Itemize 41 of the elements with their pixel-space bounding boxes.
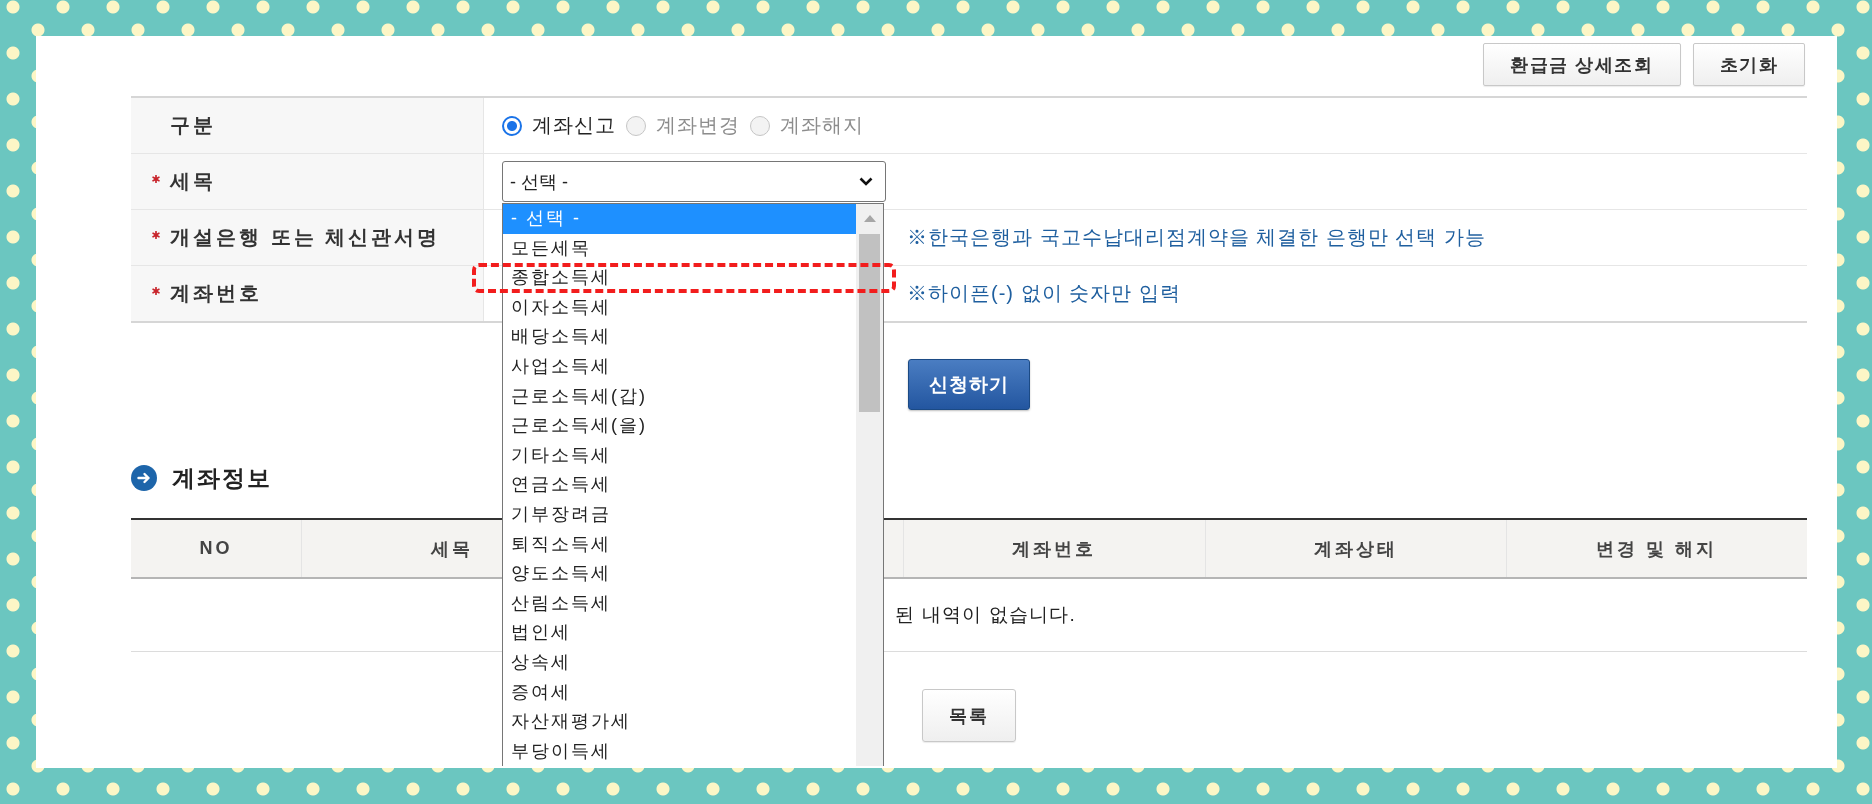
header-cell: 계좌상태 bbox=[1204, 520, 1506, 577]
dropdown-option[interactable]: 기부장려금 bbox=[503, 499, 856, 530]
dropdown-option[interactable]: 퇴직소득세 bbox=[503, 529, 856, 560]
dropdown-option[interactable]: 법인세 bbox=[503, 618, 856, 648]
header-cell: 변경 및 해지 bbox=[1505, 520, 1807, 577]
dropdown-option[interactable]: 모든세목 bbox=[503, 233, 856, 264]
scroll-up-icon bbox=[863, 215, 876, 222]
section-title: 계좌정보 bbox=[172, 463, 272, 493]
chevron-down-icon bbox=[859, 177, 873, 186]
dropdown-option[interactable]: 산림소득세 bbox=[503, 588, 856, 619]
dropdown-option[interactable]: 양도소득세 bbox=[503, 559, 856, 589]
dropdown-option[interactable]: 종합소득세 bbox=[503, 263, 856, 293]
form-label: 구분 bbox=[170, 113, 216, 138]
form-label: 계좌번호 bbox=[170, 281, 262, 306]
dropdown-option[interactable]: 사업소득세 bbox=[503, 351, 856, 382]
dropdown-option[interactable]: 연금소득세 bbox=[503, 470, 856, 500]
list-button[interactable]: 목록 bbox=[922, 689, 1016, 742]
select-field[interactable]: - 선택 - bbox=[502, 161, 886, 202]
submit-button[interactable]: 신청하기 bbox=[908, 359, 1030, 410]
form-label: 세목 bbox=[170, 169, 216, 194]
hint-text: ※한국은행과 국고수납대리점계약을 체결한 은행만 선택 가능 bbox=[907, 225, 1486, 250]
dropdown-option[interactable]: 근로소득세(을) bbox=[503, 411, 856, 441]
dropdown-option[interactable]: 부당이득세 bbox=[503, 736, 856, 767]
dropdown-option[interactable]: 이자소득세 bbox=[503, 292, 856, 323]
arrow-circle-icon bbox=[131, 465, 157, 491]
scrollbar-thumb[interactable] bbox=[859, 234, 880, 412]
dropdown-option[interactable]: 기타소득세 bbox=[503, 440, 856, 471]
scrollbar[interactable] bbox=[856, 204, 883, 767]
radio-option[interactable]: 계좌신고 bbox=[502, 112, 616, 139]
dropdown-option[interactable]: 자산재평가세 bbox=[503, 707, 856, 737]
hint-text: ※하이픈(-) 없이 숫자만 입력 bbox=[907, 281, 1181, 306]
form-label: 개설은행 또는 체신관서명 bbox=[170, 225, 441, 250]
toolbar-button[interactable]: 환급금 상세조회 bbox=[1483, 43, 1681, 86]
header-cell-text: NO bbox=[198, 537, 234, 560]
header-cell: 계좌번호 bbox=[903, 520, 1205, 577]
dropdown-option[interactable]: 배당소득세 bbox=[503, 322, 856, 352]
dropdown-option[interactable]: 상속세 bbox=[503, 647, 856, 678]
dropdown-option[interactable]: 증여세 bbox=[503, 677, 856, 708]
toolbar-button[interactable]: 초기화 bbox=[1692, 43, 1805, 86]
empty-message: 된 내역이 없습니다. bbox=[895, 603, 1077, 627]
dropdown-option[interactable]: 근로소득세(갑) bbox=[503, 381, 856, 412]
